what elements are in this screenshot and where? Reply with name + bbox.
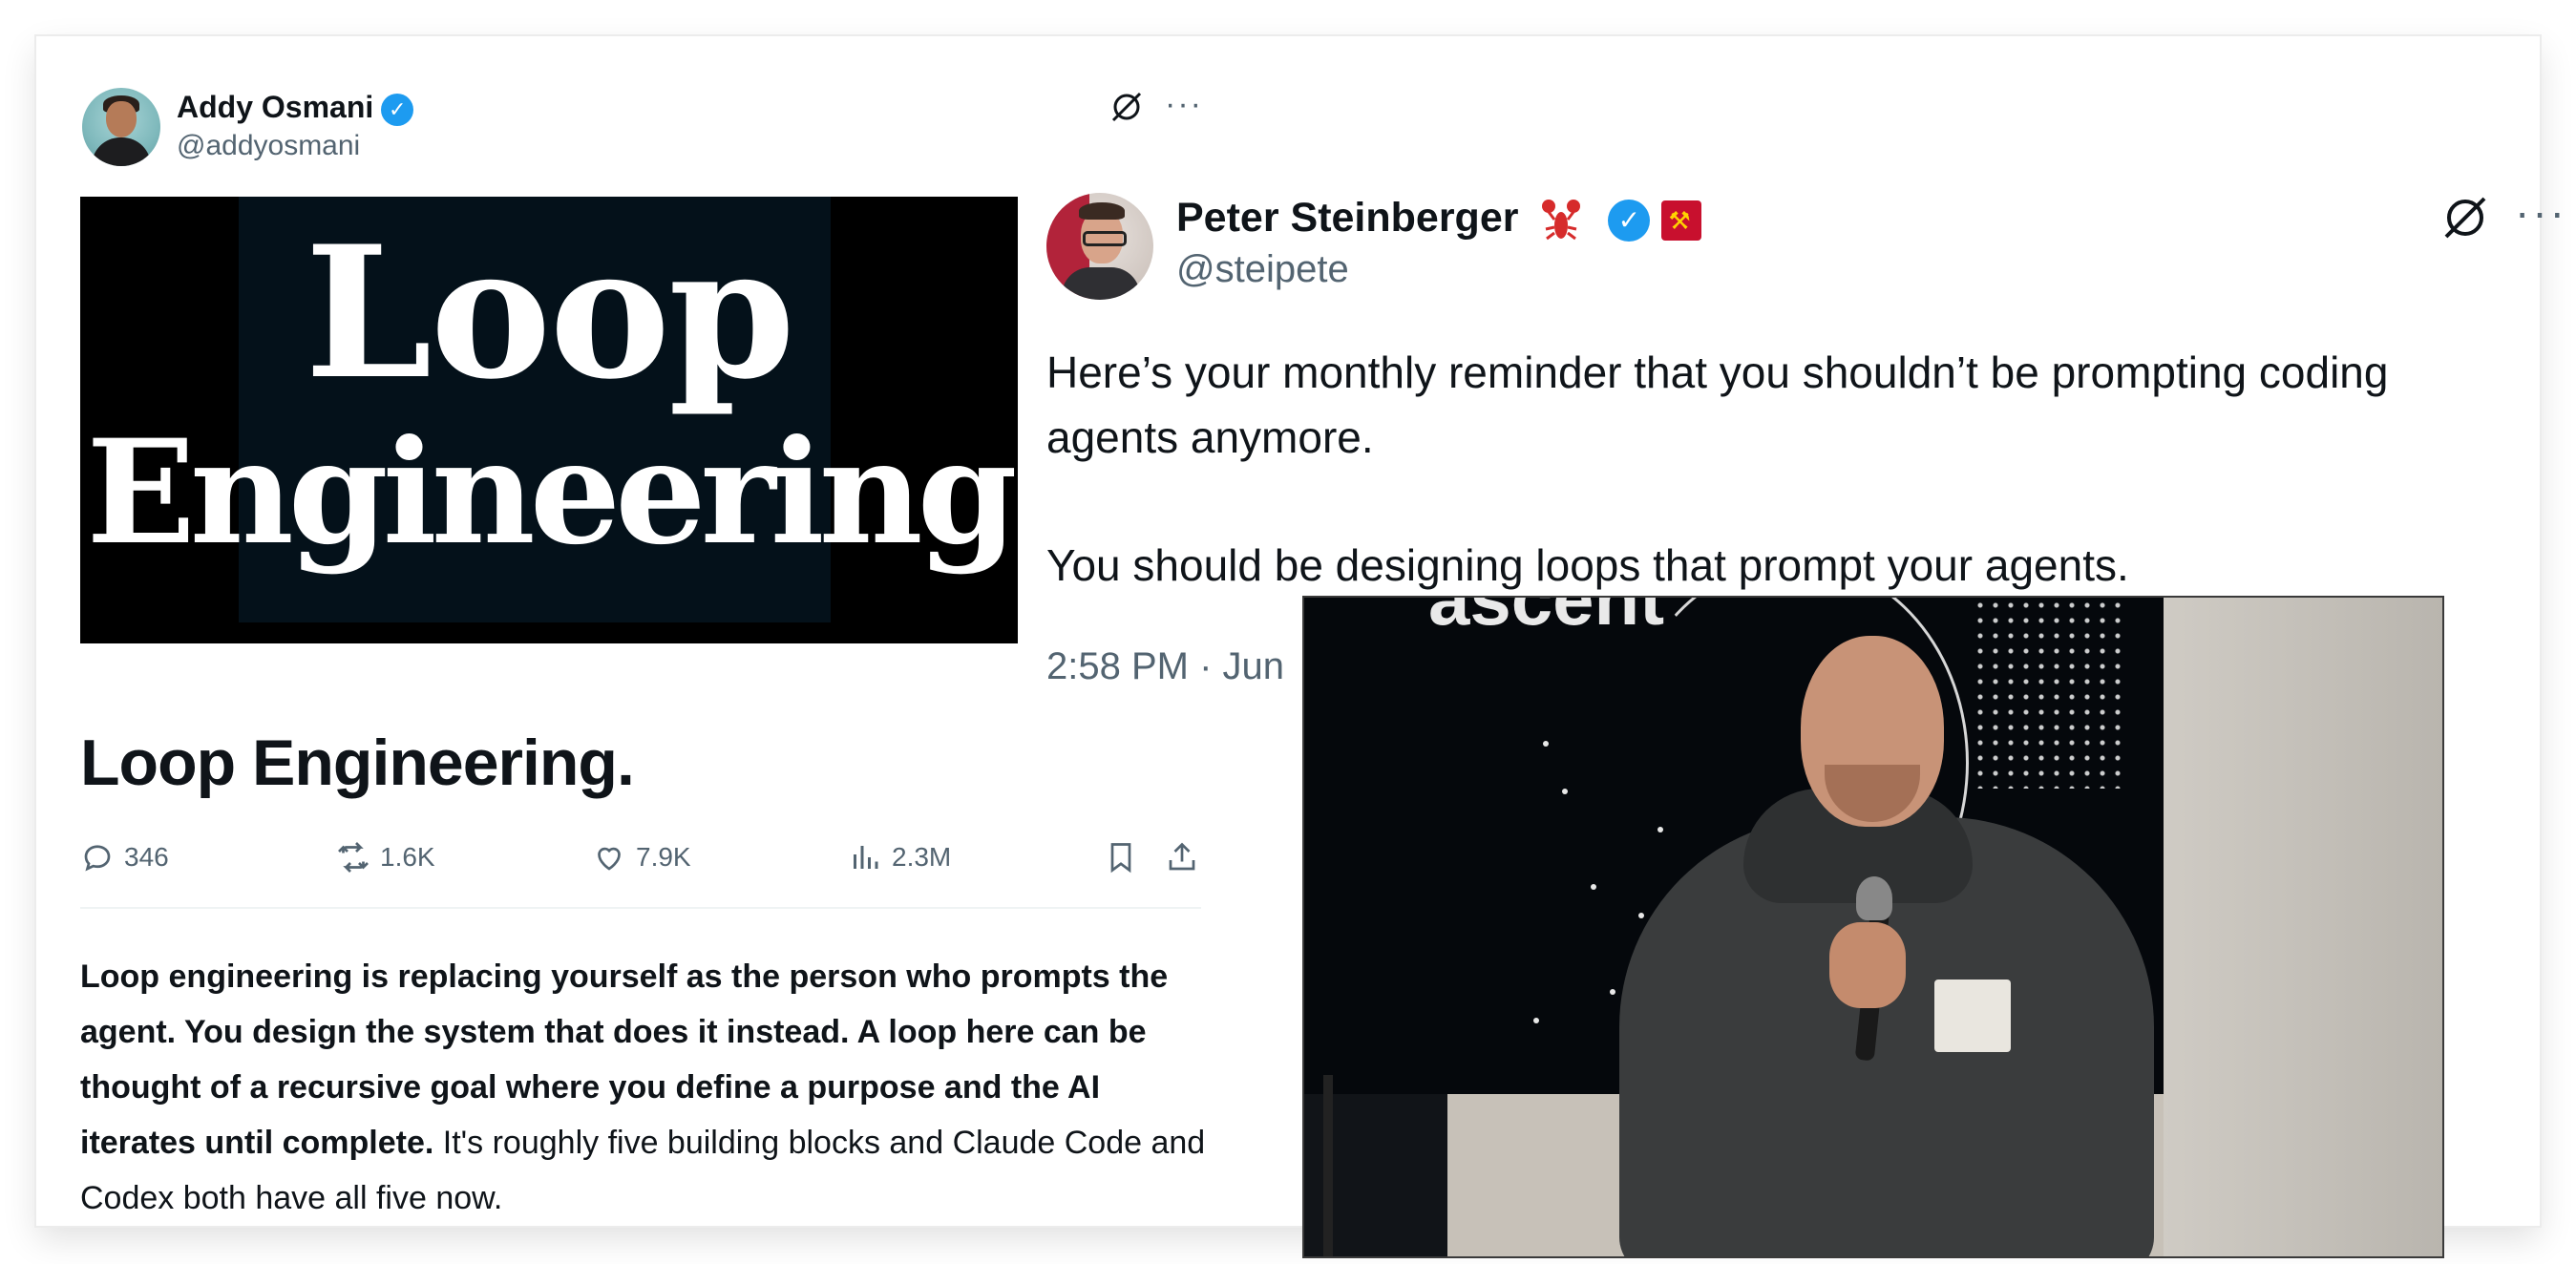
tweet-screenshot-card: Addy Osmani ✓ @addyosmani ··· Loop Engine… (36, 36, 2565, 1258)
tweet-action-bar: 346 1.6K 7.9K 2.3M (80, 840, 1201, 884)
more-icon[interactable]: ··· (2515, 190, 2567, 234)
view-count: 2.3M (892, 842, 952, 872)
share-icon (1169, 842, 1195, 871)
reply-button[interactable]: 346 (80, 840, 169, 874)
repost-button[interactable]: 1.6K (336, 840, 435, 874)
more-icon[interactable]: ··· (1165, 88, 1203, 120)
repost-count: 1.6K (380, 842, 435, 872)
like-icon (598, 847, 621, 871)
like-count: 7.9K (636, 842, 691, 872)
like-button[interactable]: 7.9K (592, 840, 691, 874)
tweet-paragraph: Here’s your monthly reminder that you sh… (1046, 348, 2389, 462)
verified-badge-icon: ✓ (381, 93, 414, 126)
divider (80, 907, 1201, 909)
avatar-addy-osmani[interactable] (82, 88, 160, 166)
name-badge (1934, 980, 2011, 1052)
avatar-peter-steinberger[interactable] (1046, 193, 1153, 300)
author-name-addy[interactable]: Addy Osmani ✓ (177, 90, 414, 126)
tweet-text: Here’s your monthly reminder that you sh… (1046, 340, 2517, 598)
views-button[interactable]: 2.3M (848, 840, 951, 874)
author-handle-addy[interactable]: @addyosmani (177, 130, 360, 162)
grok-icon[interactable] (1109, 90, 1144, 124)
bookmark-icon (1110, 843, 1131, 874)
author-name-text[interactable]: Addy Osmani (177, 90, 373, 124)
repost-icon (338, 842, 369, 873)
bookmark-button[interactable] (1104, 840, 1148, 874)
author-handle-peter[interactable]: @steipete (1176, 248, 1349, 291)
author-name-text[interactable]: Peter Steinberger (1176, 195, 1518, 241)
backdrop-word: ascent (1428, 596, 1665, 641)
video-player[interactable]: ascent (1302, 596, 2444, 1258)
reply-count: 346 (124, 842, 169, 872)
views-icon (854, 846, 878, 869)
tweet-timestamp[interactable]: 2:58 PM · Jun (1046, 645, 1284, 688)
reply-icon (84, 845, 111, 872)
lobster-icon (1542, 199, 1581, 240)
tweet-paragraph: You should be designing loops that promp… (1046, 540, 2129, 590)
share-button[interactable] (1165, 840, 1209, 874)
article-banner-image[interactable]: Loop Engineering (80, 197, 1018, 643)
grok-icon[interactable] (2440, 193, 2490, 242)
banner-line2: Engineering (86, 409, 1017, 577)
flag-glyph: ⚒ (1668, 205, 1691, 235)
article-body-text: Loop engineering is replacing yourself a… (80, 949, 1216, 1226)
flag-badge-icon: ⚒ (1661, 200, 1702, 241)
author-name-peter[interactable]: Peter Steinberger ✓ ⚒ (1176, 195, 1702, 244)
article-title[interactable]: Loop Engineering. (80, 726, 635, 800)
verified-badge-icon: ✓ (1608, 199, 1651, 242)
